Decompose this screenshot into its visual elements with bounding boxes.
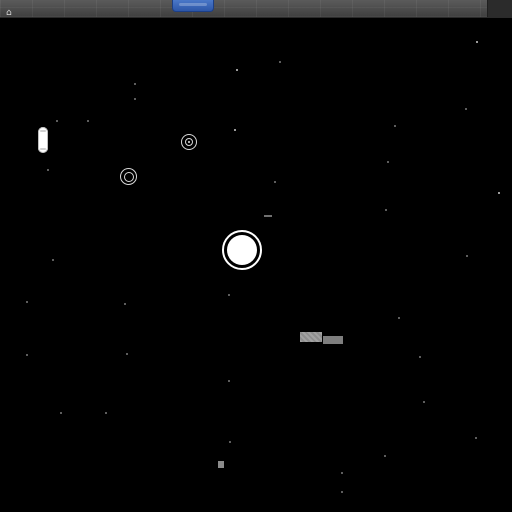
star <box>465 108 467 110</box>
game-viewport[interactable]: ⌂ <box>0 0 512 512</box>
star <box>134 83 136 85</box>
ring-dot <box>188 141 190 143</box>
star <box>423 401 425 403</box>
ring-inner <box>123 171 134 182</box>
small-block-icon <box>218 461 224 468</box>
tiny-marker <box>264 215 272 217</box>
star <box>274 181 276 183</box>
ring-target-icon[interactable] <box>120 168 137 185</box>
star <box>229 441 231 443</box>
star <box>228 380 230 382</box>
star <box>134 98 136 100</box>
star <box>26 354 28 356</box>
top-left-glyph-icon: ⌂ <box>6 8 12 18</box>
ring-target-icon[interactable] <box>181 134 197 150</box>
star <box>234 129 236 131</box>
star <box>384 455 386 457</box>
star <box>387 161 389 163</box>
star <box>385 209 387 211</box>
star <box>126 353 128 355</box>
star <box>26 301 28 303</box>
star <box>47 169 49 171</box>
star <box>466 255 468 257</box>
star <box>475 437 477 439</box>
star <box>419 356 421 358</box>
star <box>52 259 54 261</box>
star <box>87 120 89 122</box>
top-right-corner <box>487 0 512 17</box>
star <box>476 41 478 43</box>
debris-icon <box>300 332 322 342</box>
star <box>279 61 281 63</box>
star <box>394 125 396 127</box>
star <box>341 491 343 493</box>
star <box>60 412 62 414</box>
top-hud-bar: ⌂ <box>0 0 512 18</box>
player-orb-icon[interactable] <box>222 230 262 270</box>
star <box>105 412 107 414</box>
star <box>498 192 500 194</box>
star <box>228 294 230 296</box>
star <box>236 69 238 71</box>
top-center-plate <box>172 0 214 12</box>
star <box>56 120 58 122</box>
star <box>398 317 400 319</box>
star <box>124 303 126 305</box>
star <box>341 472 343 474</box>
pill-pickup-icon[interactable] <box>38 127 48 153</box>
